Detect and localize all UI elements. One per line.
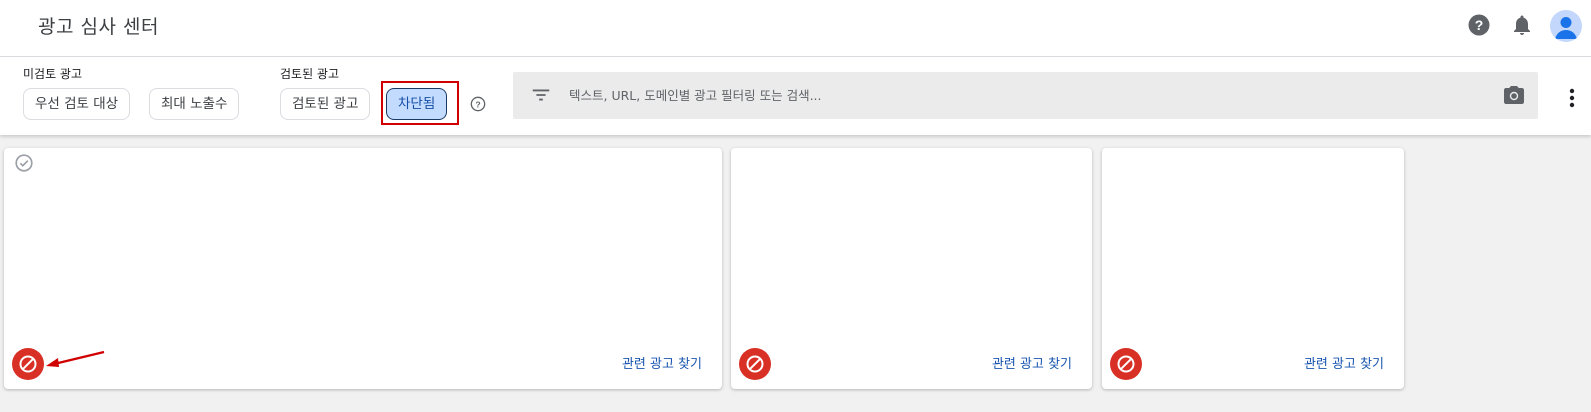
notifications-bell-icon[interactable] <box>1510 13 1534 37</box>
search-input[interactable] <box>569 72 1469 119</box>
max-impressions-chip[interactable]: 최대 노출수 <box>149 88 240 120</box>
filter-list-icon[interactable] <box>530 84 552 106</box>
find-related-ads-link[interactable]: 관련 광고 찾기 <box>992 353 1072 372</box>
app-title: 광고 심사 센터 <box>38 16 159 38</box>
ad-card[interactable]: 관련 광고 찾기 <box>4 148 722 389</box>
find-related-ads-link[interactable]: 관련 광고 찾기 <box>622 353 702 372</box>
reviewed-ads-chip[interactable]: 검토된 광고 <box>280 88 371 120</box>
help-icon[interactable]: ? <box>1467 13 1491 37</box>
help-outline-icon[interactable]: ? <box>470 96 486 112</box>
blocked-status-badge[interactable] <box>739 348 771 380</box>
reviewed-ads-label: 검토된 광고 <box>280 67 340 81</box>
ad-card[interactable]: 관련 광고 찾기 <box>1102 148 1404 389</box>
account-avatar[interactable] <box>1550 10 1582 42</box>
top-app-bar: 광고 심사 센터 ? <box>0 0 1591 57</box>
camera-icon[interactable] <box>1502 83 1526 107</box>
person-icon <box>1555 17 1577 39</box>
priority-review-chip[interactable]: 우선 검토 대상 <box>23 88 131 120</box>
filter-bar: 미검토 광고 우선 검토 대상 최대 노출수 검토된 광고 검토된 광고 차단됨 <box>0 57 1591 135</box>
svg-text:?: ? <box>1475 17 1484 33</box>
ad-card[interactable]: 관련 광고 찾기 <box>731 148 1092 389</box>
block-icon <box>19 355 37 373</box>
block-icon <box>1117 355 1135 373</box>
svg-text:?: ? <box>475 99 480 109</box>
find-related-ads-link[interactable]: 관련 광고 찾기 <box>1304 353 1384 372</box>
check-circle-icon[interactable] <box>13 152 35 174</box>
blocked-status-badge[interactable] <box>1110 348 1142 380</box>
more-vert-icon[interactable] <box>1560 86 1584 110</box>
search-bar <box>513 72 1538 119</box>
blocked-status-badge[interactable] <box>12 348 44 380</box>
unreviewed-ads-label: 미검토 광고 <box>23 67 83 81</box>
blocked-chip[interactable]: 차단됨 <box>386 88 448 120</box>
block-icon <box>746 355 764 373</box>
